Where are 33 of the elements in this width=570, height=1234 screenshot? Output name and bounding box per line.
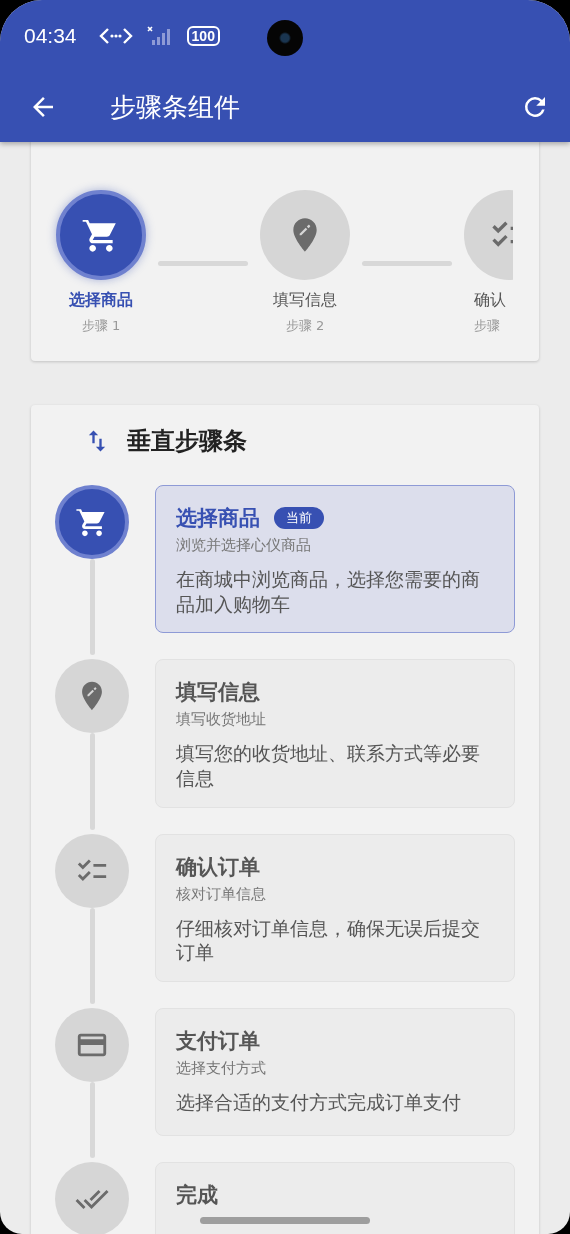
section-title: 垂直步骤条 (127, 426, 247, 457)
step-label: 选择商品 (69, 290, 133, 311)
step-subtitle: 浏览并选择心仪商品 (176, 536, 312, 555)
step-label: 填写信息 (273, 290, 337, 311)
camera-cutout (267, 20, 303, 56)
app-title: 步骤条组件 (110, 90, 240, 124)
step-subtitle: 选择支付方式 (176, 1059, 267, 1079)
step-number: 步骤 2 (285, 317, 325, 335)
step-description: 在商城中浏览商品，选择您需要的商品加入购物车 (176, 567, 481, 617)
step-subtitle: 核对订单信息 (176, 884, 267, 904)
step-card[interactable]: 支付订单 选择支付方式 选择合适的支付方式完成订单支付 (155, 1008, 515, 1137)
step-circle[interactable] (56, 190, 146, 280)
step-card[interactable]: 完成 (155, 1162, 515, 1234)
battery-level: 100 (186, 26, 220, 46)
code-icon (98, 26, 133, 46)
step-title: 填写信息 (176, 679, 260, 707)
signal-icon (146, 26, 173, 46)
step-subtitle: 填写收货地址 (176, 710, 267, 730)
step-description: 仔细核对订单信息，确保无误后提交订单 (176, 915, 481, 966)
step-number: 步骤 (474, 317, 500, 335)
step-title: 支付订单 (176, 1028, 260, 1056)
step-card[interactable]: 选择商品 当前 浏览并选择心仪商品 在商城中浏览商品，选择您需要的商品加入购物车 (155, 485, 515, 634)
step-title: 选择商品 (176, 505, 260, 532)
step-card[interactable]: 确认订单 核对订单信息 仔细核对订单信息，确保无误后提交订单 (155, 833, 515, 983)
step-title: 确认订单 (176, 853, 260, 881)
step-description: 填写您的收货地址、联系方式等必要信息 (176, 741, 481, 791)
step-description: 选择合适的支付方式完成订单支付 (176, 1090, 462, 1115)
step-label: 确认 (474, 290, 506, 311)
step-number: 步骤 1 (81, 317, 121, 335)
step-card[interactable]: 填写信息 填写收货地址 填写您的收货地址、联系方式等必要信息 (155, 659, 515, 808)
current-badge: 当前 (274, 507, 324, 529)
status-time: 04:34 (24, 24, 77, 48)
step-title: 完成 (176, 1182, 218, 1210)
